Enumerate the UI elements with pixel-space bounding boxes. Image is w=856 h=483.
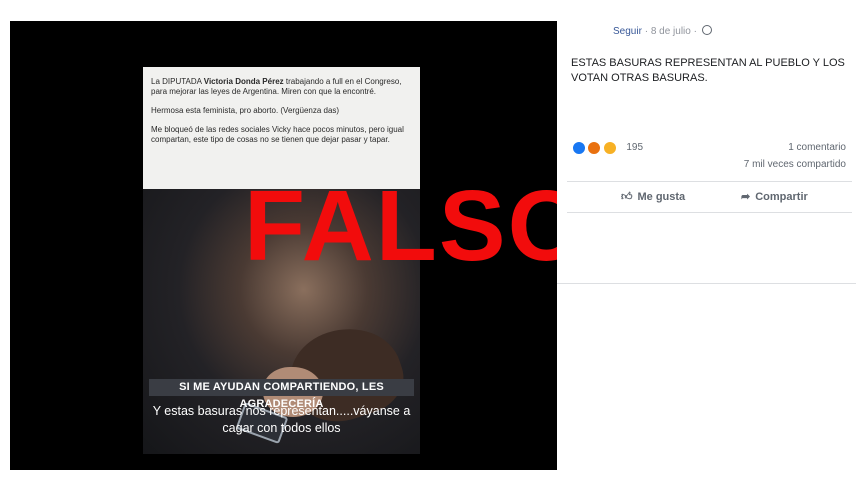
share-count[interactable]: 7 mil veces compartido [744,156,846,173]
follow-link[interactable]: Seguir [613,26,642,37]
share-label: Compartir [755,191,808,203]
like-button[interactable]: 👍︎ Me gusta [621,190,685,203]
reactions-summary[interactable]: 195 [572,139,644,155]
share-arrow-icon: ➦ [741,191,751,203]
reaction-count: 195 [626,142,644,154]
post-text: ESTAS BASURAS REPRESENTAN AL PUEBLO Y LO… [571,57,845,84]
post-sidebar: Seguir · 8 de julio · ESTAS BASURAS REPR… [557,21,856,284]
card-banner: SI ME AYUDAN COMPARTIENDO, LES AGRADECER… [149,379,414,410]
comment-count[interactable]: 1 comentario [744,139,846,156]
thumbs-up-icon: 👍︎ [621,191,633,203]
deputy-name: Victoria Donda Pérez [203,77,284,86]
engagement-counts: 1 comentario 7 mil veces compartido [744,139,846,173]
like-label: Me gusta [637,191,686,203]
action-bar: 👍︎ Me gusta ➦ Compartir [567,181,852,213]
card-caption: Y estas basuras nos representan.....váya… [152,404,411,435]
meta-separator: · [644,26,649,37]
globe-icon [701,25,712,35]
post-meta: Seguir · 8 de julio · [613,25,712,37]
card-paragraph-1: La DIPUTADA Victoria Donda Pérez trabaja… [151,77,402,96]
meta-separator-2: · [693,26,697,37]
share-button[interactable]: ➦ Compartir [741,190,808,203]
card-paragraph-2: Hermosa esta feminista, pro aborto. (Ver… [151,106,340,115]
angry-reaction-icon [587,140,602,155]
haha-reaction-icon [602,140,617,155]
like-reaction-icon [572,140,586,155]
post-date[interactable]: 8 de julio [651,26,691,37]
falso-stamp: FALSO [244,170,588,282]
card-paragraph-3: Me bloqueó de las redes sociales Vicky h… [151,125,404,144]
